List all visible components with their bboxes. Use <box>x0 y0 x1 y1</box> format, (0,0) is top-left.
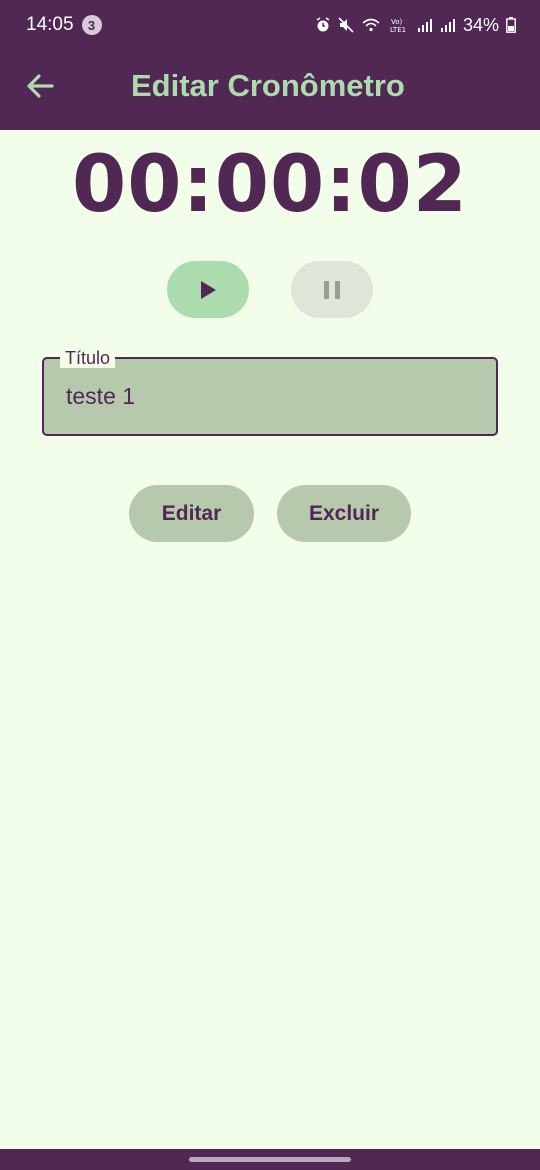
delete-button[interactable]: Excluir <box>277 485 411 542</box>
svg-text:LTE1: LTE1 <box>390 26 406 33</box>
back-button[interactable] <box>22 68 58 104</box>
pause-icon <box>324 280 340 299</box>
svg-text:Vo): Vo) <box>391 18 403 26</box>
home-indicator[interactable] <box>189 1157 351 1162</box>
status-bar: 14:05 3 Vo) LTE1 34% <box>0 0 540 50</box>
title-field-value[interactable]: teste 1 <box>66 383 135 410</box>
signal-icon <box>440 19 455 32</box>
app-bar: Editar Cronômetro <box>0 50 540 130</box>
volte-icon: Vo)LTE1 <box>390 18 406 33</box>
status-time: 14:05 <box>26 14 74 35</box>
play-button[interactable] <box>167 261 249 318</box>
status-right: Vo) LTE1 34% <box>315 15 516 36</box>
timer-display: 00:00:02 <box>71 140 469 230</box>
alarm-icon <box>316 17 330 32</box>
mute-icon <box>338 17 354 33</box>
wifi-icon <box>362 18 380 32</box>
title-field[interactable]: teste 1 <box>42 357 498 436</box>
signal-icon <box>417 19 432 32</box>
navigation-bar <box>0 1149 540 1170</box>
pause-button[interactable] <box>291 261 373 318</box>
arrow-left-icon <box>27 74 54 98</box>
battery-icon <box>506 17 516 33</box>
battery-level: 34% <box>462 14 499 35</box>
edit-button[interactable]: Editar <box>129 485 254 542</box>
title-field-label: Título <box>60 348 116 368</box>
notification-count-badge: 3 <box>81 15 102 35</box>
page-title: Editar Cronômetro <box>131 68 405 103</box>
play-icon <box>201 280 216 299</box>
status-left: 14:05 3 <box>26 14 102 36</box>
